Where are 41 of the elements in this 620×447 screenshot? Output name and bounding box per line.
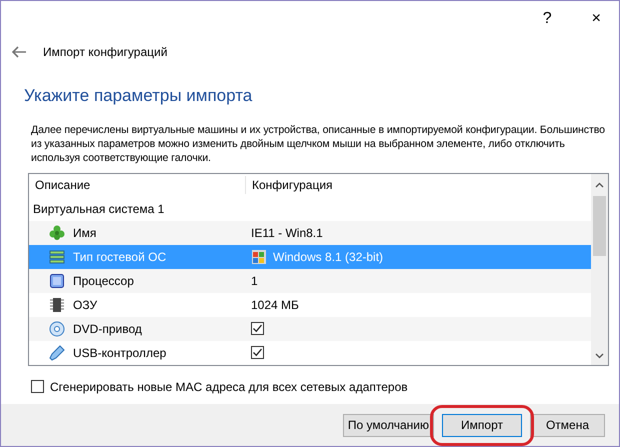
usb-stick-icon xyxy=(49,344,65,361)
windows-logo-icon xyxy=(251,249,267,266)
close-button[interactable]: × xyxy=(586,11,607,27)
tree-row[interactable]: USB-контроллер xyxy=(29,340,591,364)
row-label: ОЗУ xyxy=(73,296,98,314)
page-heading: Укажите параметры импорта xyxy=(24,85,254,107)
description-text: Далее перечислены виртуальные машины и их устройства, описанные в импортируемой конфигурации. Большинство из указанных параметров можно изменить двойным щелчком мыши на выбранном элементе, либо отключить используя соответствующие галочки. xyxy=(31,122,605,164)
row-value: Windows 8.1 (32-bit) xyxy=(273,249,384,266)
stacked-bars-icon xyxy=(49,249,65,266)
row-label: DVD-привод xyxy=(73,320,142,338)
tree-row[interactable]: ОЗУ 1024 МБ xyxy=(29,292,591,317)
scroll-down-icon[interactable] xyxy=(595,352,604,358)
chip-icon xyxy=(49,272,65,289)
tree-group-label[interactable]: Виртуальная система 1 xyxy=(29,200,164,218)
scrollbar[interactable] xyxy=(591,174,608,364)
memory-chip-icon xyxy=(49,296,65,313)
checkbox[interactable] xyxy=(251,322,264,336)
scroll-up-icon[interactable] xyxy=(595,182,604,188)
row-value: 1 xyxy=(251,272,258,290)
checkbox[interactable] xyxy=(31,380,44,393)
column-header[interactable]: Описание xyxy=(29,176,245,194)
row-value: 1024 МБ xyxy=(251,296,299,314)
dialog-button[interactable]: Отмена xyxy=(530,414,605,436)
dialog-button[interactable]: По умолчанию xyxy=(342,414,434,436)
row-label: Процессор xyxy=(73,272,134,290)
disc-icon xyxy=(49,320,65,337)
tree-row[interactable]: Процессор 1 xyxy=(29,269,591,293)
clover-icon xyxy=(49,225,65,242)
row-label: Имя xyxy=(73,225,96,242)
tree-row[interactable]: DVD-привод xyxy=(29,316,591,341)
scroll-thumb[interactable] xyxy=(593,196,606,256)
row-label: Тип гостевой ОС xyxy=(73,249,166,266)
checkbox[interactable] xyxy=(251,346,264,360)
dialog-button[interactable]: Импорт xyxy=(442,414,522,436)
checkbox-label: Сгенерировать новые MAC адреса для всех сетевых адаптеров xyxy=(50,378,408,396)
row-label: USB-контроллер xyxy=(73,344,166,362)
back-arrow-icon[interactable] xyxy=(11,46,27,58)
row-value: IE11 - Win8.1 xyxy=(251,225,323,242)
help-button[interactable]: ? xyxy=(536,11,558,27)
tree-row[interactable]: Имя IE11 - Win8.1 xyxy=(29,221,591,246)
wizard-title: Импорт конфигураций xyxy=(43,44,168,61)
